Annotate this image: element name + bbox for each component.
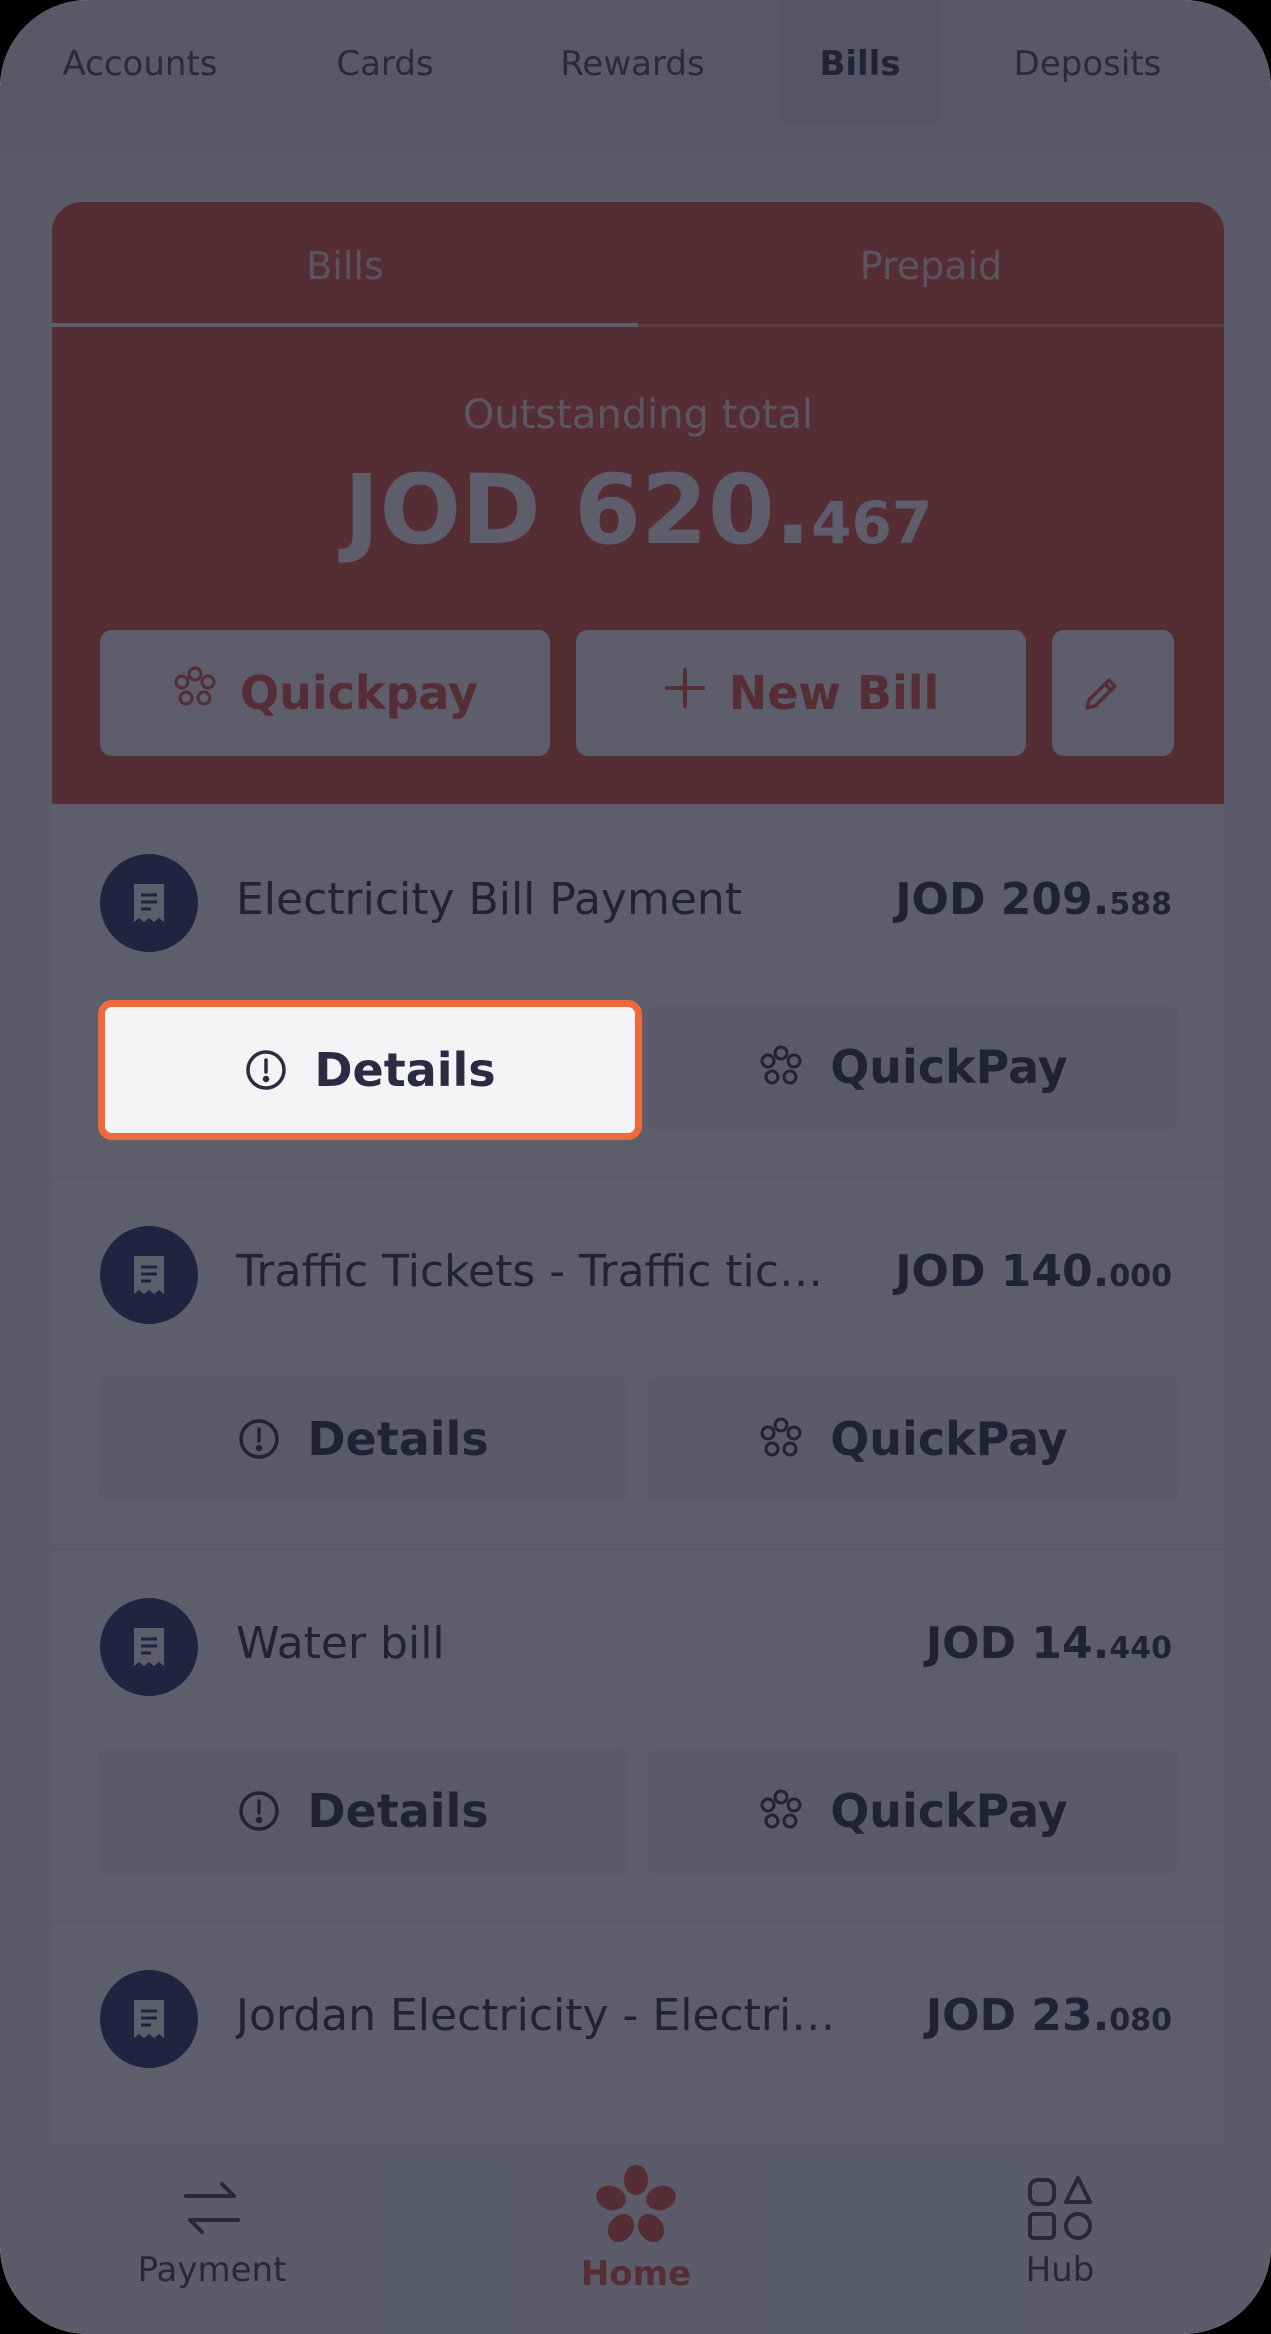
home-flower-icon <box>594 2164 678 2248</box>
bill-amount-int: JOD 209. <box>895 874 1110 925</box>
new-bill-label: New Bill <box>728 666 940 720</box>
quickpay-button[interactable]: Quickpay <box>100 630 550 756</box>
tab-bills[interactable]: Bills <box>780 0 940 125</box>
subtab-active-indicator <box>52 323 638 327</box>
quickpay-label: QuickPay <box>830 1040 1068 1094</box>
bill-amount-dec: 588 <box>1109 887 1172 922</box>
receipt-icon <box>100 1598 198 1696</box>
shapes-icon <box>1024 2172 1096 2244</box>
receipt-icon <box>100 854 198 952</box>
info-icon <box>237 1789 307 1833</box>
nav-hub[interactable]: Hub <box>848 2144 1271 2334</box>
tab-rewards[interactable]: Rewards <box>520 0 745 125</box>
quickpay-label: Quickpay <box>239 666 479 720</box>
bill-amount: JOD 140.000 <box>895 1246 1172 1297</box>
tab-deposits[interactable]: Deposits <box>990 0 1185 125</box>
details-label: Details <box>307 1784 489 1838</box>
details-label: Details <box>314 1043 496 1097</box>
bill-amount-dec: 440 <box>1109 1631 1172 1666</box>
transfer-arrows-icon <box>176 2172 248 2244</box>
outstanding-total-amount: JOD 620.467 <box>52 454 1224 566</box>
nav-home-label: Home <box>580 2254 692 2294</box>
nav-hub-label: Hub <box>1025 2250 1095 2290</box>
tab-accounts[interactable]: Accounts <box>30 0 250 125</box>
bill-amount: JOD 209.588 <box>895 874 1172 925</box>
amount-integer: 620. <box>574 454 812 566</box>
quickpay-bill-button[interactable]: QuickPay <box>648 1376 1178 1502</box>
flower-icon <box>172 665 240 722</box>
quickpay-label: QuickPay <box>830 1784 1068 1838</box>
subtab-bills[interactable]: Bills <box>52 202 638 324</box>
quickpay-bill-button[interactable]: QuickPay <box>648 1748 1178 1874</box>
details-button[interactable]: Details <box>98 1376 628 1502</box>
highlighted-details-button[interactable]: Details <box>98 1000 642 1140</box>
receipt-icon <box>100 1226 198 1324</box>
bill-amount-int: JOD 23. <box>925 1990 1110 2041</box>
new-bill-button[interactable]: New Bill <box>576 630 1026 756</box>
nav-payment[interactable]: Payment <box>0 2144 424 2334</box>
flower-icon <box>758 1788 830 1834</box>
phone-screen: Accounts Cards Rewards Bills Deposits Bi… <box>0 0 1271 2334</box>
edit-bills-button[interactable] <box>1052 630 1174 756</box>
bill-amount-dec: 080 <box>1109 2003 1172 2038</box>
amount-decimals: 467 <box>811 489 933 557</box>
info-icon <box>244 1048 314 1092</box>
bill-amount: JOD 23.080 <box>926 1990 1172 2041</box>
list-item: Traffic Tickets - Traffic tic… JOD 140.0… <box>52 1176 1224 1550</box>
bottom-navigation: Payment Home Hub <box>0 2144 1271 2334</box>
bill-name: Jordan Electricity - Electri… <box>236 1990 836 2041</box>
bill-amount: JOD 14.440 <box>926 1618 1172 1669</box>
quickpay-bill-button[interactable]: QuickPay <box>648 1004 1178 1130</box>
list-item: Water bill JOD 14.440 Details QuickPay <box>52 1548 1224 1922</box>
amount-currency: JOD <box>343 454 541 566</box>
pencil-icon <box>1081 672 1145 714</box>
bills-summary-card: Bills Prepaid Outstanding total JOD 620.… <box>52 202 1224 804</box>
nav-home[interactable]: Home <box>424 2144 848 2334</box>
flower-icon <box>758 1416 830 1462</box>
tab-cards[interactable]: Cards <box>290 0 480 125</box>
bill-amount-int: JOD 14. <box>925 1618 1110 1669</box>
bill-amount-int: JOD 140. <box>895 1246 1110 1297</box>
quickpay-label: QuickPay <box>830 1412 1068 1466</box>
info-icon <box>237 1417 307 1461</box>
outstanding-total-label: Outstanding total <box>462 392 814 438</box>
bill-name: Electricity Bill Payment <box>236 874 743 925</box>
plus-icon <box>663 666 729 721</box>
subtab-prepaid[interactable]: Prepaid <box>638 202 1224 324</box>
details-label: Details <box>307 1412 489 1466</box>
top-tab-bar: Accounts Cards Rewards Bills Deposits <box>0 0 1271 150</box>
details-button[interactable]: Details <box>98 1748 628 1874</box>
nav-payment-label: Payment <box>137 2250 287 2290</box>
receipt-icon <box>100 1970 198 2068</box>
bill-name: Traffic Tickets - Traffic tic… <box>236 1246 823 1297</box>
bill-amount-dec: 000 <box>1109 1259 1172 1294</box>
flower-icon <box>758 1044 830 1090</box>
bill-name: Water bill <box>236 1618 445 1669</box>
